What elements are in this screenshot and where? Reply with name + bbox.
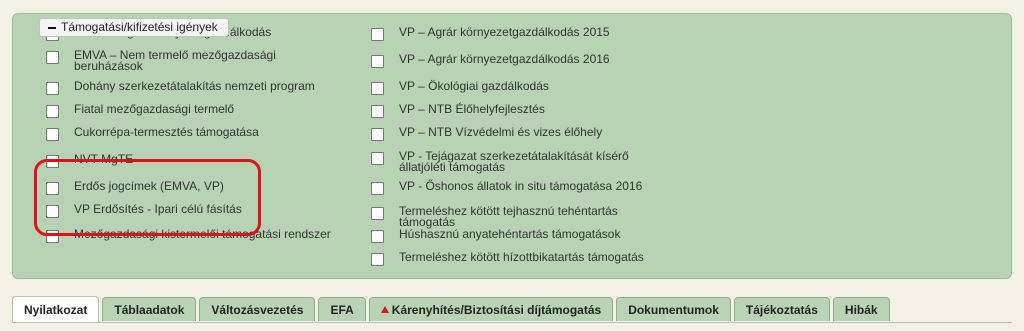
claim-label: VP - Őshonos állatok in situ támogatása … [399, 179, 643, 193]
tab-hibak[interactable]: Hibák [832, 297, 890, 321]
claim-item[interactable]: VP – Agrár környezetgazdálkodás 2016 [371, 52, 671, 68]
claim-item[interactable]: Cukorrépa-termesztés támogatása [46, 125, 366, 141]
tab-dokumentumok[interactable]: Dokumentumok [616, 297, 731, 321]
tab-label: Hibák [844, 302, 878, 317]
claim-label: Dohány szerkezetátalakítás nemzeti progr… [74, 79, 315, 93]
claim-label: VP – Ökológiai gazdálkodás [399, 79, 549, 93]
claim-label: Cukorrépa-termesztés támogatása [74, 125, 259, 139]
claim-checkbox[interactable] [46, 51, 59, 64]
tab-label: Dokumentumok [628, 302, 719, 317]
tab-karenyhites[interactable]: Kárenyhítés/Biztosítási díjtámogatás [368, 297, 614, 321]
claim-label: VP – NTB Vízvédelmi és vizes élőhely [399, 125, 603, 139]
tab-label: Változásvezetés [211, 302, 304, 317]
claim-item[interactable]: Termeléshez kötött hízottbikatartás támo… [371, 250, 671, 266]
claim-label: VP – NTB Élőhelyfejlesztés [399, 102, 545, 116]
tab-tajekoztatas[interactable]: Tájékoztatás [733, 297, 830, 321]
claim-label: EMVA – Nem termelő mezőgazdasági beruház… [74, 48, 276, 73]
claim-label: VP - Tejágazat szerkezetátalakítását kís… [399, 149, 629, 174]
claim-checkbox[interactable] [46, 82, 59, 95]
claim-label: Húshasznú anyatehéntartás támogatások [399, 227, 621, 241]
claim-item[interactable]: VP – NTB Élőhelyfejlesztés [371, 102, 671, 118]
claim-label: VP – Agrár környezetgazdálkodás 2016 [399, 52, 610, 66]
claim-checkbox[interactable] [46, 128, 59, 141]
claim-checkbox[interactable] [371, 55, 384, 68]
claim-item[interactable]: VP - Tejágazat szerkezetátalakítását kís… [371, 149, 671, 174]
highlight-annotation [34, 159, 261, 236]
claim-checkbox[interactable] [371, 207, 384, 220]
claim-checkbox[interactable] [371, 182, 384, 195]
claim-item[interactable]: VP – NTB Vízvédelmi és vizes élőhely [371, 125, 671, 141]
claim-label: Fiatal mezőgazdasági termelő [74, 102, 235, 116]
tab-label: Tájékoztatás [745, 302, 818, 317]
claim-checkbox[interactable] [371, 82, 384, 95]
claim-checkbox[interactable] [371, 128, 384, 141]
claim-item[interactable]: Termeléshez kötött tejhasznú tehéntartás… [371, 204, 671, 229]
claim-checkbox[interactable] [371, 253, 384, 266]
warning-icon [380, 306, 389, 313]
tab-efa[interactable]: EFA [318, 297, 366, 321]
tab-label: Táblaadatok [114, 302, 185, 317]
claim-item[interactable]: EMVA – Nem termelő mezőgazdasági beruház… [46, 48, 366, 73]
claims-panel: Támogatási/kifizetési igények EMVA – Agr… [12, 13, 1012, 279]
claim-item[interactable]: Húshasznú anyatehéntartás támogatások [371, 227, 671, 243]
tab-bar-divider [12, 322, 1012, 323]
claim-checkbox[interactable] [371, 230, 384, 243]
tab-tablaadatok[interactable]: Táblaadatok [102, 297, 197, 321]
tab-label: Nyilatkozat [24, 302, 88, 317]
panel-legend[interactable]: Támogatási/kifizetési igények [39, 18, 229, 37]
tab-label: EFA [330, 302, 354, 317]
claim-label: VP – Agrár környezetgazdálkodás 2015 [399, 25, 610, 39]
claim-label: Termeléshez kötött hízottbikatartás támo… [399, 250, 644, 264]
collapse-minus-icon[interactable] [48, 26, 56, 29]
claim-item[interactable]: VP – Ökológiai gazdálkodás [371, 79, 671, 95]
claim-item[interactable]: Fiatal mezőgazdasági termelő [46, 102, 366, 118]
claim-checkbox[interactable] [371, 152, 384, 165]
tab-bar: Nyilatkozat Táblaadatok Változásvezetés … [12, 296, 893, 323]
claim-checkbox[interactable] [46, 105, 59, 118]
claim-checkbox[interactable] [371, 28, 384, 41]
panel-legend-label: Támogatási/kifizetési igények [61, 20, 218, 34]
claim-item[interactable]: VP – Agrár környezetgazdálkodás 2015 [371, 25, 671, 41]
claim-label: Termeléshez kötött tejhasznú tehéntartás… [399, 204, 618, 229]
tab-nyilatkozat[interactable]: Nyilatkozat [12, 296, 100, 322]
claim-checkbox[interactable] [371, 105, 384, 118]
tab-label: Kárenyhítés/Biztosítási díjtámogatás [391, 302, 602, 317]
tab-valtozasvezetes[interactable]: Változásvezetés [199, 297, 316, 321]
claim-item[interactable]: Dohány szerkezetátalakítás nemzeti progr… [46, 79, 366, 95]
claim-item[interactable]: VP - Őshonos állatok in situ támogatása … [371, 179, 671, 195]
